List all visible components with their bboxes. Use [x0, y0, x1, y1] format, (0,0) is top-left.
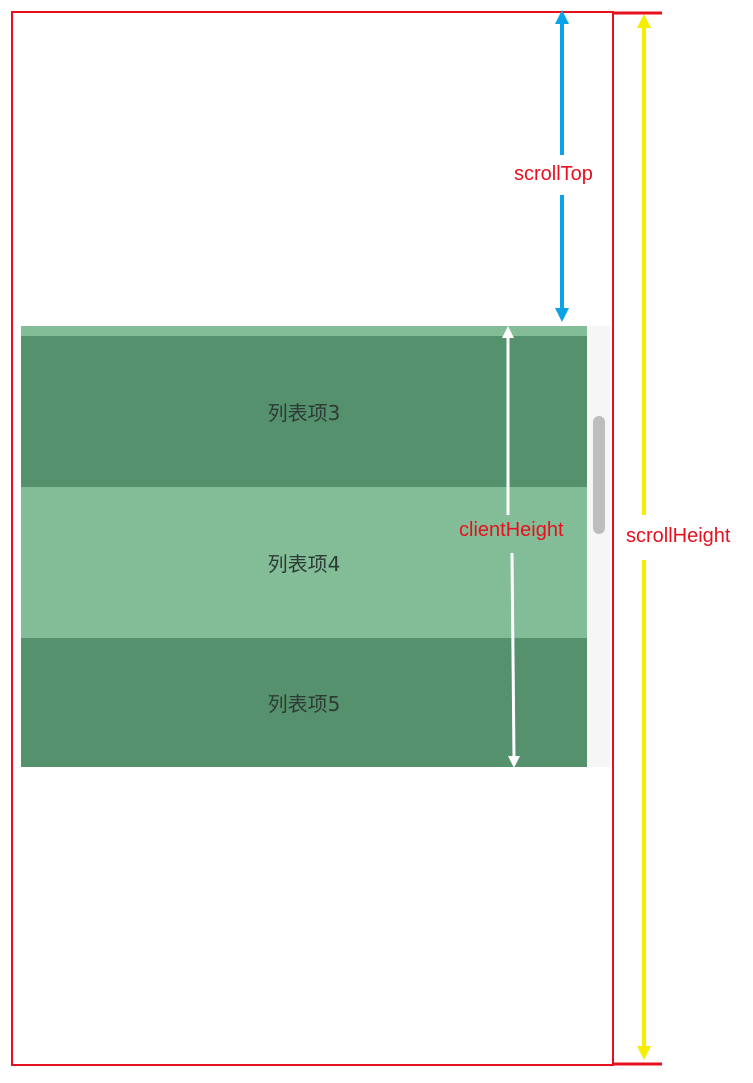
scroll-top-label: scrollTop: [514, 163, 593, 185]
scroll-height-label: scrollHeight: [626, 525, 731, 547]
annotation-overlay: scrollTop clientHeight scrollHeight: [459, 10, 731, 1066]
client-height-arrow: [502, 326, 520, 768]
client-height-label: clientHeight: [459, 519, 564, 541]
